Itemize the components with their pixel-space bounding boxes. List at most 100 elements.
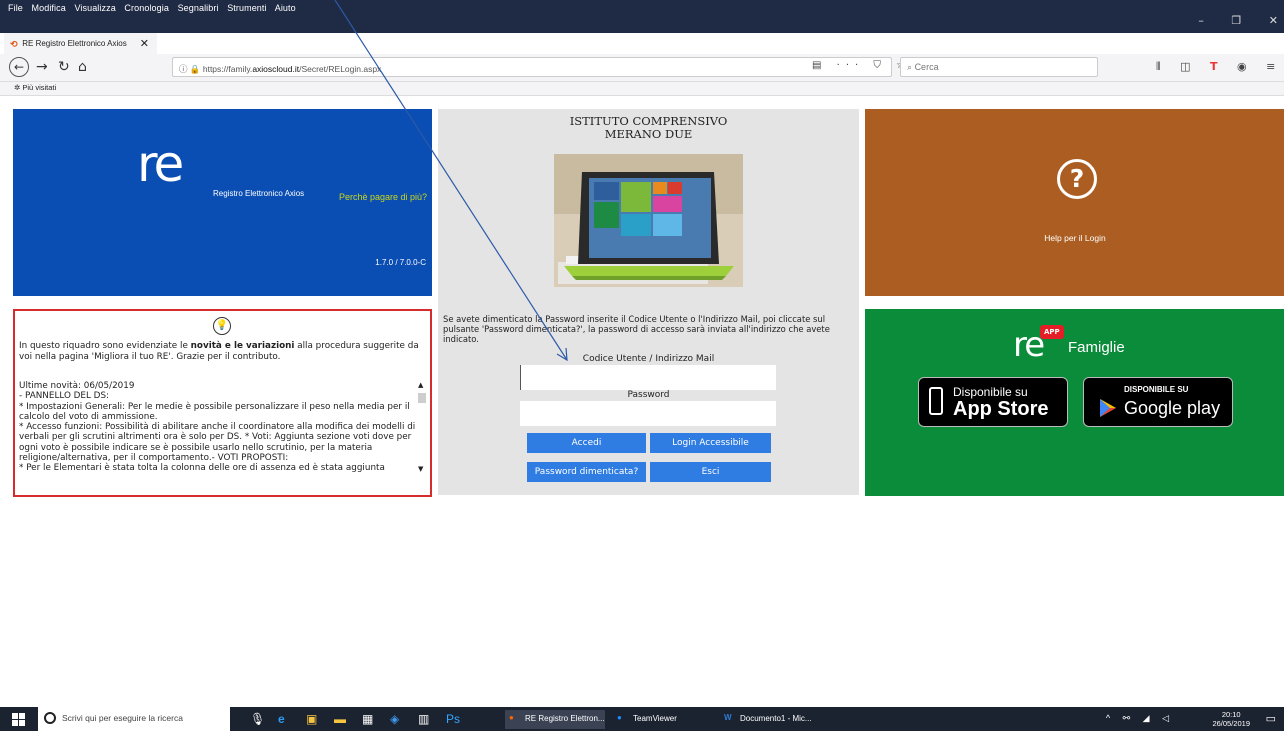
exit-button[interactable]: Esci	[650, 462, 771, 482]
menu-aiuto[interactable]: Aiuto	[275, 3, 296, 13]
username-input[interactable]	[520, 365, 776, 390]
menu-cronologia[interactable]: Cronologia	[124, 3, 169, 13]
url-bar[interactable]: ⓘ 🔒 https://family.axioscloud.it/Secret/…	[172, 57, 892, 77]
scroll-down-icon[interactable]: ▼	[418, 465, 423, 473]
sidebar-icon[interactable]: ◫	[1180, 60, 1198, 73]
browser-search-input[interactable]: ⌕ Cerca	[900, 57, 1098, 77]
task-word[interactable]: W Documento1 - Mic...	[720, 710, 820, 729]
windows-start-icon[interactable]	[12, 713, 25, 726]
teamviewer-icon: ●	[617, 713, 622, 722]
edge-icon[interactable]: e	[278, 712, 285, 726]
school-name-line2: MERANO DUE	[604, 127, 693, 141]
news-intro: In questo riquadro sono evidenziate le n…	[19, 341, 429, 362]
menu-segnalibri[interactable]: Segnalibri	[178, 3, 219, 13]
tab-title: RE Registro Elettronico Axios	[22, 39, 127, 48]
taskbar-search-input[interactable]: Scrivi qui per eseguire la ricerca	[38, 707, 230, 731]
famiglie-name: Famiglie	[1068, 339, 1125, 356]
page-actions-icon[interactable]: ···	[837, 60, 865, 71]
search-placeholder: Cerca	[914, 62, 939, 72]
news-line: * Accesso funzioni: Possibilità di abili…	[19, 422, 416, 464]
help-tile[interactable]: ? Help per il Login	[865, 109, 1284, 296]
url-prefix: https://family.	[202, 64, 253, 74]
extension-t-icon[interactable]: T	[1210, 60, 1226, 73]
task-teamviewer-label: TeamViewer	[633, 714, 677, 723]
system-tray[interactable]: ^ ⚯ ◢ ◁	[1106, 713, 1174, 724]
appstore-small-text: Disponibile su	[953, 385, 1028, 399]
app-badge: APP	[1040, 325, 1064, 339]
task-teamviewer[interactable]: ● TeamViewer	[613, 710, 703, 729]
forgot-password-button[interactable]: Password dimenticata?	[527, 462, 646, 482]
windows-taskbar: Scrivi qui per eseguire la ricerca 🎙 e ▣…	[0, 707, 1284, 731]
extension-icon[interactable]: ◉	[1237, 60, 1255, 73]
news-list[interactable]: Ultime novità: 06/05/2019 - PANNELLO DEL…	[19, 381, 416, 474]
reload-icon[interactable]: ↻	[58, 59, 70, 75]
hamburger-menu-icon[interactable]: ≡	[1266, 60, 1283, 73]
file-explorer-icon[interactable]: ▬	[334, 712, 346, 726]
task-word-label: Documento1 - Mic...	[740, 714, 812, 723]
taskbar-clock[interactable]: 20:10 26/05/2019	[1212, 710, 1250, 728]
bookmark-most-visited[interactable]: Più visitati	[22, 83, 56, 92]
news-intro-bold: novità e le variazioni	[190, 341, 295, 351]
news-line: * Per le Elementari è stata tolta la col…	[19, 463, 385, 474]
news-scrollbar[interactable]: ▲ ▼	[417, 381, 427, 473]
news-line: - PANNELLO DEL DS:	[19, 391, 110, 402]
menu-list: File Modifica Visualizza Cronologia Segn…	[8, 3, 302, 13]
scroll-up-icon[interactable]: ▲	[418, 381, 423, 389]
calendar-icon[interactable]: ▥	[418, 712, 429, 726]
accessible-login-button[interactable]: Login Accessibile	[650, 433, 771, 453]
app-store-button[interactable]: Disponibile su App Store	[918, 377, 1068, 427]
notifications-icon[interactable]: ▭	[1266, 712, 1276, 725]
clock-date: 26/05/2019	[1212, 719, 1250, 728]
famiglie-tile[interactable]: re APP Famiglie Disponibile su App Store…	[865, 309, 1284, 496]
calculator-icon[interactable]: ▦	[362, 712, 373, 726]
task-firefox[interactable]: ● RE Registro Elettron...	[505, 710, 605, 729]
re-favicon-icon: ⟲	[10, 39, 18, 49]
microphone-icon[interactable]: 🎙	[250, 712, 265, 726]
registro-tile[interactable]: re Registro Elettronico Axios Perchè pag…	[13, 109, 432, 296]
task-firefox-label: RE Registro Elettron...	[525, 714, 605, 723]
laptop-illustration	[554, 154, 743, 287]
menu-file[interactable]: File	[8, 3, 23, 13]
forward-icon[interactable]: →	[36, 59, 48, 75]
search-icon: ⌕	[907, 62, 913, 72]
menu-visualizza[interactable]: Visualizza	[74, 3, 115, 13]
window-menubar: File Modifica Visualizza Cronologia Segn…	[0, 0, 1284, 33]
store-icon[interactable]: ▣	[306, 712, 317, 726]
url-actions: ▤ ··· ⛉ ☆	[812, 60, 911, 71]
library-icon[interactable]: ⫴	[1156, 60, 1169, 73]
minimize-button[interactable]: –	[1198, 14, 1204, 27]
username-label: Codice Utente / Indirizzo Mail	[582, 354, 715, 364]
password-input[interactable]	[520, 401, 776, 426]
browser-tab[interactable]: ⟲ RE Registro Elettronico Axios ✕	[4, 33, 157, 54]
news-line: * Impostazioni Generali: Per le medie è …	[19, 401, 410, 422]
reader-view-icon[interactable]: ▤	[812, 60, 827, 71]
news-panel: 💡 In questo riquadro sono evidenziate le…	[13, 309, 432, 497]
menu-strumenti[interactable]: Strumenti	[227, 3, 266, 13]
lightbulb-icon: 💡	[213, 317, 231, 335]
famiglie-logo: re	[1013, 325, 1045, 365]
back-icon[interactable]: ←	[9, 57, 29, 77]
toolbar-icons: ⫴ ◫ T ◉ ≡	[1156, 60, 1283, 74]
close-tab-icon[interactable]: ✕	[140, 37, 149, 50]
new-tab-icon[interactable]: +	[163, 32, 176, 50]
clock-time: 20:10	[1221, 710, 1241, 719]
login-button[interactable]: Accedi	[527, 433, 646, 453]
maximize-button[interactable]: ❐	[1231, 14, 1241, 27]
bookmarks-bar: ✲ Più visitati	[0, 82, 1284, 96]
google-play-button[interactable]: DISPONIBILE SU Google play	[1083, 377, 1233, 427]
news-intro-text: In questo riquadro sono evidenziate le	[19, 341, 191, 351]
registro-tagline[interactable]: Perchè pagare di più?	[339, 192, 427, 202]
app-icon[interactable]: ◈	[390, 712, 399, 726]
pocket-icon[interactable]: ⛉	[873, 60, 887, 71]
menu-modifica[interactable]: Modifica	[32, 3, 66, 13]
window-controls: – ❐ ✕	[1174, 14, 1278, 27]
scroll-thumb[interactable]	[418, 393, 426, 403]
login-panel: ISTITUTO COMPRENSIVO MERANO DUE Se avete…	[438, 109, 859, 495]
lock-warning-icon[interactable]: 🔒	[190, 64, 201, 74]
help-label: Help per il Login	[1044, 233, 1106, 243]
play-icon	[1100, 399, 1116, 417]
photoshop-icon[interactable]: Ps	[446, 712, 460, 726]
close-window-button[interactable]: ✕	[1269, 14, 1278, 27]
info-icon[interactable]: ⓘ	[179, 64, 188, 74]
home-icon[interactable]: ⌂	[78, 59, 87, 75]
